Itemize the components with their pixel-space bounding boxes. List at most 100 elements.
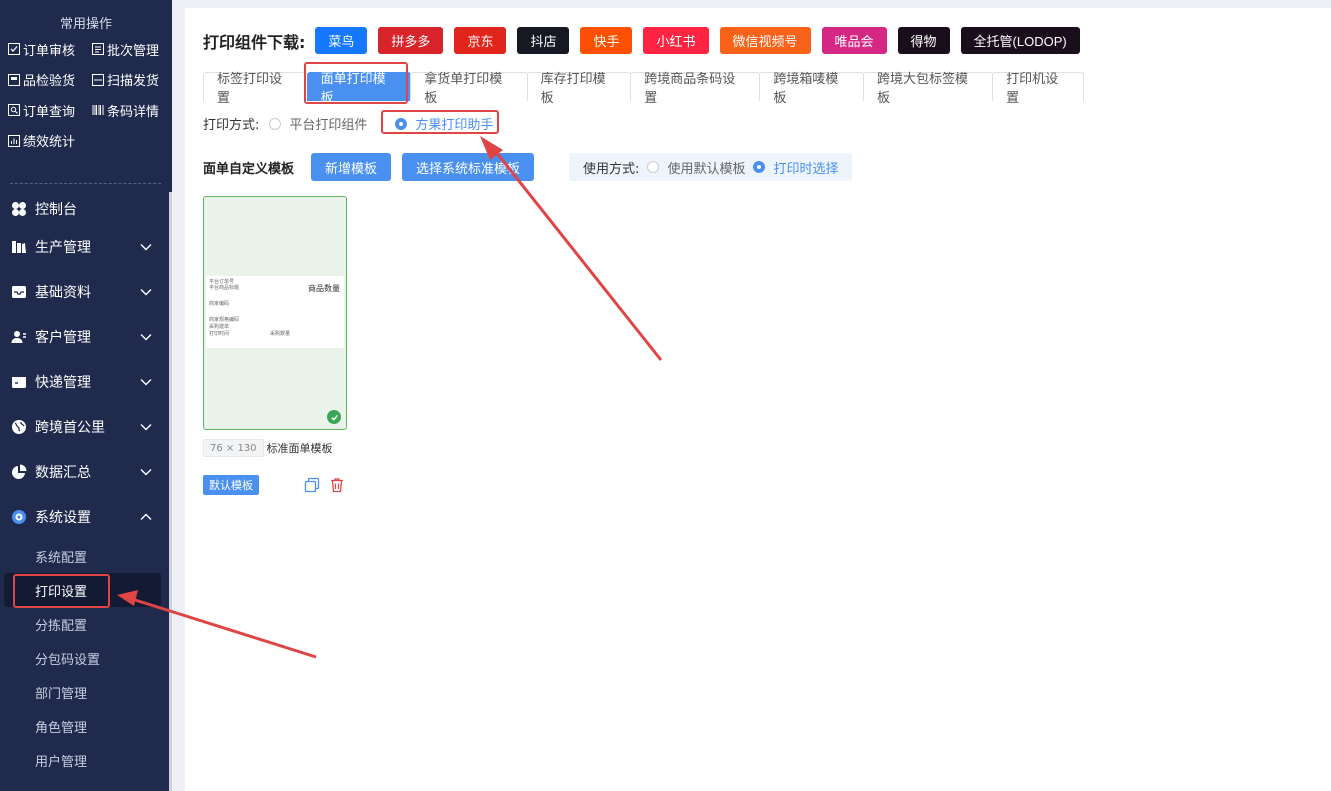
quick-item-label: 订单查询 — [23, 104, 76, 120]
radio-label: 方果打印助手 — [415, 118, 494, 133]
template-toolbar: 面单自定义模板 新增模板 选择系统标准模板 使用方式: 使用默认模板 打印时选择 — [203, 153, 853, 181]
template-card-meta: 76 × 130 标准面单模板 — [203, 439, 333, 457]
radio-label: 平台打印组件 — [289, 118, 368, 133]
menu-item-express[interactable]: 快递管理 — [0, 359, 172, 404]
download-douyin-button[interactable]: 抖店 — [517, 27, 570, 54]
query-icon — [8, 104, 20, 117]
quick-actions-grid: 订单审核 批次管理 品检验货 扫描发货 订单查询 条码详情 绩效统计 — [0, 34, 172, 156]
radio-platform-component[interactable]: 平台打印组件 — [269, 114, 367, 133]
tab-waybill-template[interactable]: 面单打印模板 — [306, 72, 412, 106]
menu-item-customers[interactable]: 客户管理 — [0, 314, 172, 359]
chevron-down-icon — [140, 423, 152, 431]
tab-label-print[interactable]: 标签打印设置 — [203, 72, 308, 106]
download-dewu-button[interactable]: 得物 — [897, 27, 950, 54]
tab-crossborder-bigpack[interactable]: 跨境大包标签模板 — [862, 72, 994, 106]
menu-item-system-settings[interactable]: 系统设置 — [0, 494, 172, 539]
chevron-down-icon — [140, 288, 152, 296]
tab-crossborder-barcode[interactable]: 跨境商品条码设置 — [630, 72, 761, 106]
template-card[interactable]: 平台订单号 平台商品标题 商品数量 商家编码 商家规格编码 采购建单 打印时间 … — [203, 196, 347, 430]
radio-label: 使用默认模板 — [667, 161, 746, 177]
preview-field: 商品数量 — [308, 284, 340, 293]
add-template-button[interactable]: 新增模板 — [311, 153, 392, 181]
template-card-actions: 默认模板 — [203, 475, 345, 495]
quick-item-batch[interactable]: 批次管理 — [92, 34, 176, 65]
submenu-users[interactable]: 用户管理 — [0, 743, 172, 777]
submenu-roles[interactable]: 角色管理 — [0, 709, 172, 743]
menu-item-label: 跨境首公里 — [35, 419, 105, 436]
download-pinduoduo-button[interactable]: 拼多多 — [378, 27, 444, 54]
tab-inventory-template[interactable]: 库存打印模板 — [526, 72, 632, 106]
batch-icon — [92, 43, 104, 56]
main-panel: 打印组件下载: 菜鸟 拼多多 京东 抖店 快手 小红书 微信视频号 唯品会 得物… — [185, 8, 1331, 791]
quick-item-inspect[interactable]: 品检验货 — [8, 65, 92, 96]
download-cainiao-button[interactable]: 菜鸟 — [315, 27, 368, 54]
tab-crossborder-carton[interactable]: 跨境箱唛模板 — [759, 72, 864, 106]
menu-item-production[interactable]: 生产管理 — [0, 224, 172, 269]
tab-pickup-template[interactable]: 拿货单打印模板 — [410, 72, 528, 106]
menu-item-data-summary[interactable]: 数据汇总 — [0, 449, 172, 494]
menu-item-label: 生产管理 — [35, 239, 91, 256]
quick-item-scan-ship[interactable]: 扫描发货 — [92, 65, 176, 96]
quick-item-stats[interactable]: 绩效统计 — [8, 126, 92, 157]
sidebar-menu: 控制台 生产管理 基础资料 客户管理 快递管理 跨境首公里 数据汇总 系统设置 … — [0, 194, 172, 777]
submenu-sorting-config[interactable]: 分拣配置 — [0, 607, 172, 641]
download-lodop-button[interactable]: 全托管(LODOP) — [960, 27, 1080, 54]
quick-item-barcode[interactable]: 条码详情 — [92, 95, 176, 126]
download-wechat-channels-button[interactable]: 微信视频号 — [719, 27, 811, 54]
quick-item-label: 扫描发货 — [107, 74, 160, 90]
menu-item-basic-data[interactable]: 基础资料 — [0, 269, 172, 314]
barcode-icon — [92, 104, 104, 116]
express-icon — [10, 373, 27, 390]
preview-field: 商家编码 — [209, 301, 230, 307]
radio-choose-on-print[interactable]: 打印时选择 — [753, 158, 838, 177]
production-icon — [10, 238, 27, 255]
menu-item-label: 客户管理 — [35, 329, 91, 346]
menu-item-label: 基础资料 — [35, 284, 91, 301]
tab-printer-settings[interactable]: 打印机设置 — [992, 72, 1084, 106]
download-xiaohongshu-button[interactable]: 小红书 — [643, 27, 709, 54]
preview-field: 采购数量 — [270, 331, 291, 337]
submenu-print-settings[interactable]: 打印设置 — [4, 573, 161, 607]
submenu-departments[interactable]: 部门管理 — [0, 675, 172, 709]
download-vipshop-button[interactable]: 唯品会 — [821, 27, 887, 54]
use-mode-group: 使用方式: 使用默认模板 打印时选择 — [569, 153, 853, 181]
pie-icon — [10, 463, 27, 480]
menu-item-dashboard[interactable]: 控制台 — [0, 194, 172, 224]
chevron-down-icon — [140, 333, 152, 341]
dashboard-icon — [10, 201, 27, 218]
settings-icon — [10, 508, 27, 525]
quick-item-label: 条码详情 — [107, 104, 160, 120]
submenu-system-config[interactable]: 系统配置 — [0, 539, 172, 573]
quick-item-label: 订单审核 — [23, 43, 76, 59]
preview-field: 打印时间 — [209, 331, 230, 337]
submenu-package-code[interactable]: 分包码设置 — [0, 641, 172, 675]
default-template-button[interactable]: 默认模板 — [203, 475, 259, 495]
menu-item-label: 快递管理 — [35, 374, 91, 391]
sidebar-scrollbar[interactable] — [169, 192, 172, 791]
radio-fangguo-assistant[interactable]: 方果打印助手 — [395, 114, 493, 133]
quick-actions-title: 常用操作 — [59, 17, 112, 32]
settings-tabs: 标签打印设置 面单打印模板 拿货单打印模板 库存打印模板 跨境商品条码设置 跨境… — [203, 72, 1084, 106]
download-kuaishou-button[interactable]: 快手 — [580, 27, 633, 54]
inbox-icon — [10, 283, 27, 300]
chevron-down-icon — [140, 243, 152, 251]
trash-icon[interactable] — [329, 477, 345, 493]
quick-item-order-query[interactable]: 订单查询 — [8, 95, 92, 126]
radio-use-default[interactable]: 使用默认模板 — [647, 158, 745, 177]
menu-item-crossborder[interactable]: 跨境首公里 — [0, 404, 172, 449]
template-name: 标准面单模板 — [266, 442, 333, 455]
download-jd-button[interactable]: 京东 — [454, 27, 507, 54]
sidebar: 常用操作 订单审核 批次管理 品检验货 扫描发货 订单查询 条码详情 绩效统计 — [0, 0, 172, 791]
print-mode-label: 打印方式: — [203, 118, 260, 133]
template-section-title: 面单自定义模板 — [203, 161, 295, 177]
copy-icon[interactable] — [304, 477, 320, 493]
quick-item-label: 绩效统计 — [23, 135, 76, 151]
radio-circle — [753, 161, 766, 173]
radio-circle — [395, 117, 408, 130]
radio-circle — [269, 117, 282, 130]
choose-system-template-button[interactable]: 选择系统标准模板 — [402, 153, 535, 181]
download-title: 打印组件下载: — [203, 32, 306, 52]
radio-label: 打印时选择 — [773, 161, 839, 177]
template-preview: 平台订单号 平台商品标题 商品数量 商家编码 商家规格编码 采购建单 打印时间 … — [206, 276, 344, 348]
quick-item-order-review[interactable]: 订单审核 — [8, 34, 92, 65]
